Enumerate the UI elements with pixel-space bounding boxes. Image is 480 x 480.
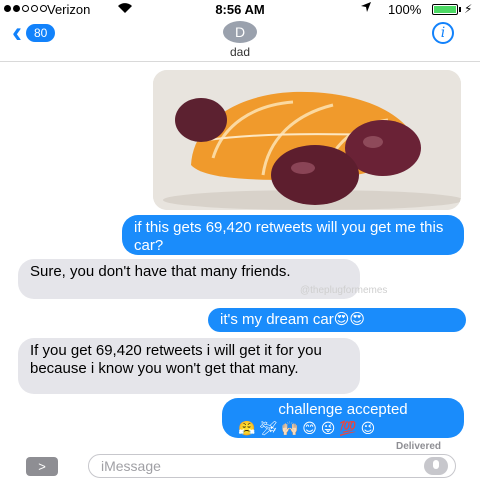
message-bubble-sent[interactable]: if this gets 69,420 retweets will you ge… bbox=[122, 215, 464, 255]
microphone-icon[interactable] bbox=[424, 457, 448, 475]
message-bubble-sent[interactable]: challenge accepted 😤 🛩 🙌🏻 😊 😜 💯 😉 bbox=[222, 398, 464, 438]
unread-count-badge: 80 bbox=[26, 24, 56, 42]
charging-bolt-icon: ⚡ bbox=[464, 2, 473, 16]
contact-avatar[interactable]: D bbox=[223, 21, 257, 43]
battery-icon bbox=[432, 4, 458, 15]
chevron-left-icon: ‹ bbox=[12, 16, 22, 49]
back-button[interactable]: ‹ 80 bbox=[12, 16, 56, 49]
status-bar: Verizon 8:56 AM 100% ⚡ bbox=[0, 0, 480, 20]
photo-attachment[interactable] bbox=[153, 70, 461, 210]
compose-bar: > iMessage bbox=[0, 452, 480, 480]
battery-tip bbox=[459, 7, 461, 12]
conversation-header: ‹ 80 D dad i bbox=[0, 16, 480, 62]
message-bubble-received[interactable]: If you get 69,420 retweets i will get it… bbox=[18, 338, 360, 394]
emoji-row: 😤 🛩 🙌🏻 😊 😜 💯 😉 bbox=[238, 420, 376, 436]
battery-percentage: 100% bbox=[388, 2, 422, 17]
info-button[interactable]: i bbox=[432, 22, 454, 44]
message-text: challenge accepted bbox=[278, 401, 408, 418]
expand-apps-button[interactable]: > bbox=[26, 457, 58, 476]
watermark: @theplugformemes bbox=[300, 285, 388, 296]
orange-grape-car-image bbox=[153, 70, 461, 210]
message-input[interactable]: iMessage bbox=[88, 454, 456, 478]
contact-name[interactable]: dad bbox=[0, 45, 480, 59]
delivery-status: Delivered bbox=[396, 441, 442, 452]
location-arrow-icon bbox=[360, 1, 372, 16]
message-bubble-sent[interactable]: it's my dream car😍😍 bbox=[208, 308, 466, 332]
